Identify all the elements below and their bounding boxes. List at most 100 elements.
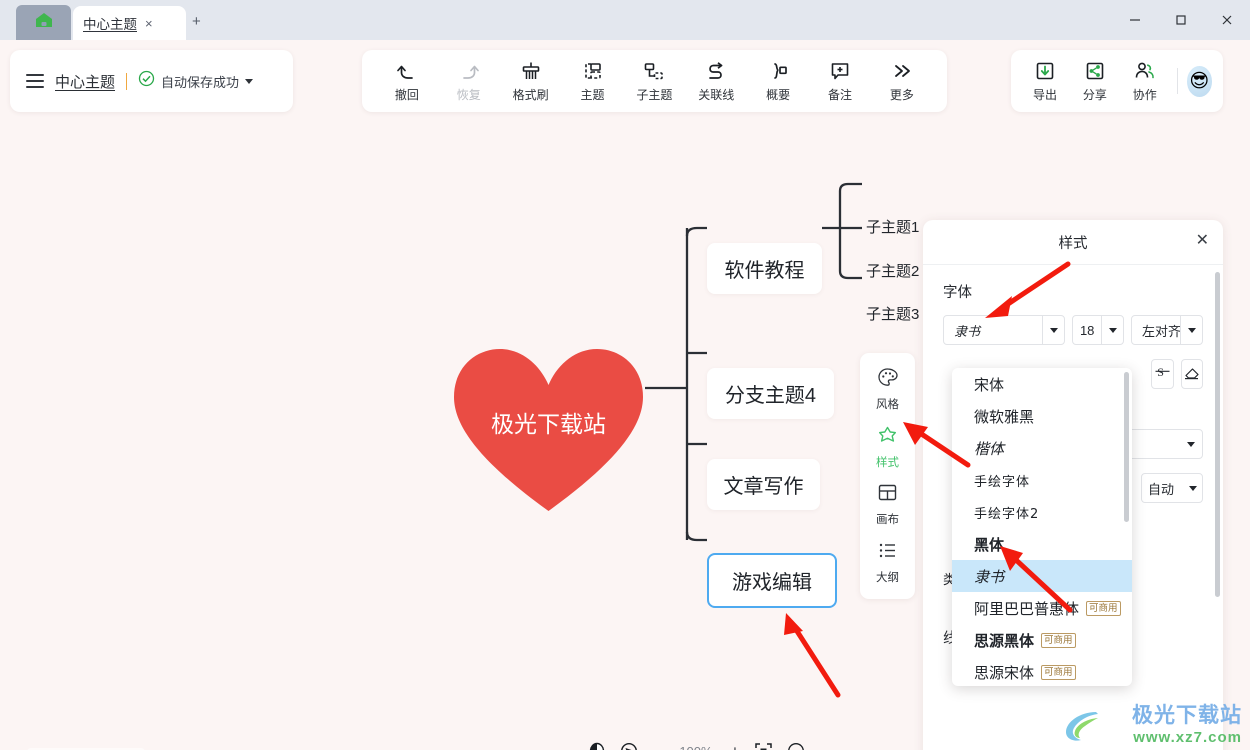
- chevron-down-icon[interactable]: [245, 78, 254, 84]
- font-option[interactable]: 阿里巴巴普惠体 可商用: [952, 592, 1132, 624]
- export-icon: [1034, 59, 1056, 83]
- font-family-value: 隶书: [954, 324, 981, 340]
- close-button[interactable]: [1204, 0, 1250, 40]
- auto-value: 自动: [1148, 481, 1175, 497]
- font-option-label: 宋体: [974, 375, 1005, 394]
- editor-canvas[interactable]: 极光下载站 软件教程 分支主题4 文章写作 游戏编辑 子主题1 子主题2 子主题…: [0, 40, 1250, 750]
- font-family-select[interactable]: 隶书: [943, 315, 1066, 345]
- mindmap-subtopic-1[interactable]: 子主题1: [866, 216, 919, 237]
- collaborate-icon: [1134, 59, 1156, 83]
- font-option[interactable]: 手绘字体: [952, 464, 1132, 496]
- commercial-use-badge: 可商用: [1086, 600, 1121, 616]
- sidebar-item-canvas[interactable]: 画布: [876, 482, 899, 527]
- mindmap-subtopic-2[interactable]: 子主题2: [866, 260, 919, 281]
- mindmap-node-branch-2[interactable]: 分支主题4: [707, 368, 834, 419]
- toolbar-item-label: 格式刷: [512, 88, 549, 102]
- format-painter-icon: [520, 59, 542, 83]
- font-option-label: 阿里巴巴普惠体: [974, 600, 1080, 618]
- pointer-mode-icon[interactable]: [620, 742, 638, 750]
- toolbar-more-button[interactable]: 更多: [874, 59, 930, 103]
- font-option[interactable]: 思源黑体 可商用: [952, 624, 1132, 656]
- font-option[interactable]: 思源宋体 可商用: [952, 656, 1132, 686]
- clear-format-button[interactable]: [1180, 359, 1203, 389]
- text-align-select[interactable]: 左对齐: [1131, 315, 1203, 345]
- toolbar-undo-button[interactable]: 撤回: [379, 59, 435, 103]
- document-header-card: 中心主题 自动保存成功: [10, 50, 293, 112]
- font-size-value: 18: [1079, 322, 1095, 338]
- minimize-button[interactable]: [1112, 0, 1158, 40]
- fit-screen-icon[interactable]: [754, 742, 773, 750]
- mindmap-node-label: 游戏编辑: [732, 572, 812, 594]
- toolbar-item-label: 协作: [1132, 88, 1157, 102]
- font-option-label: 隶书: [974, 567, 1005, 586]
- mindmap-node-branch-3[interactable]: 文章写作: [707, 459, 820, 510]
- sidebar-item-label: 大纲: [876, 571, 899, 584]
- zoom-out-button[interactable]: −: [652, 743, 662, 750]
- zoom-percent-label[interactable]: 100%: [676, 744, 716, 750]
- export-button[interactable]: 导出: [1022, 59, 1068, 103]
- font-option-label: 楷体: [974, 441, 1005, 458]
- mindmap-root-node[interactable]: 极光下载站: [452, 343, 645, 515]
- zoom-in-button[interactable]: +: [730, 743, 740, 750]
- toolbar-topic-button[interactable]: 主题: [565, 59, 621, 103]
- star-style-icon: [877, 425, 898, 451]
- toolbar-item-label: 更多: [889, 88, 914, 102]
- font-option[interactable]: 黑体: [952, 528, 1132, 560]
- eraser-icon: [1183, 363, 1201, 385]
- palette-icon: [877, 367, 898, 393]
- font-option[interactable]: 楷体: [952, 432, 1132, 464]
- toolbar-note-button[interactable]: 备注: [812, 59, 868, 103]
- toolbar-subtopic-button[interactable]: 子主题: [626, 59, 682, 103]
- chevron-down-icon: [1101, 316, 1123, 344]
- font-controls-row: 隶书 18 左对齐: [943, 315, 1203, 345]
- sidebar-item-style[interactable]: 样式: [876, 425, 899, 470]
- sidebar-item-outline[interactable]: 大纲: [876, 540, 899, 585]
- document-tab[interactable]: 中心主题 ×: [73, 6, 186, 40]
- sidebar-item-label: 样式: [876, 456, 899, 469]
- toolbar-relation-line-button[interactable]: 关联线: [688, 59, 744, 103]
- subtopic-icon: [643, 59, 665, 83]
- style-panel-scrollbar[interactable]: [1215, 272, 1220, 597]
- chevron-down-icon: [1042, 316, 1064, 344]
- auto-select[interactable]: 自动: [1141, 473, 1203, 503]
- font-option-selected[interactable]: 隶书: [952, 560, 1132, 592]
- new-tab-button[interactable]: +: [192, 14, 201, 29]
- sidebar-item-style-preset[interactable]: 风格: [876, 367, 899, 412]
- commercial-use-badge: 可商用: [1041, 664, 1076, 680]
- tab-close-icon[interactable]: ×: [145, 17, 153, 30]
- style-panel-title: 样式: [1058, 235, 1088, 252]
- autosave-label: 自动保存成功: [161, 74, 240, 90]
- mouse-mode-icon[interactable]: [588, 742, 606, 750]
- font-dropdown-scrollbar[interactable]: [1124, 372, 1129, 522]
- font-size-select[interactable]: 18: [1072, 315, 1124, 345]
- toolbar-item-label: 分享: [1082, 88, 1107, 102]
- font-option[interactable]: 微软雅黑: [952, 400, 1132, 432]
- maximize-button[interactable]: [1158, 0, 1204, 40]
- strikethrough-button[interactable]: S: [1151, 359, 1174, 389]
- hamburger-icon[interactable]: [26, 74, 44, 88]
- toolbar-format-painter-button[interactable]: 格式刷: [503, 59, 559, 103]
- svg-text:S: S: [1157, 365, 1164, 379]
- mindmap-subtopic-3[interactable]: 子主题3: [866, 303, 919, 324]
- collaborate-button[interactable]: 协作: [1122, 59, 1168, 103]
- undo-icon: [396, 59, 418, 83]
- mindmap-node-branch-1[interactable]: 软件教程: [707, 243, 822, 294]
- mindmap-node-label: 文章写作: [723, 476, 804, 498]
- toolbar-summary-button[interactable]: 概要: [750, 59, 806, 103]
- toolbar-redo-button[interactable]: 恢复: [441, 59, 497, 103]
- font-option[interactable]: 手绘字体2: [952, 496, 1132, 528]
- font-option-list: 宋体 微软雅黑 楷体 手绘字体 手绘字体2 黑体 隶书 阿里巴巴普惠体 可商用 …: [952, 368, 1132, 686]
- share-button[interactable]: 分享: [1072, 59, 1118, 103]
- mindmap-node-label: 分支主题4: [724, 385, 817, 407]
- mindmap-node-branch-4-selected[interactable]: 游戏编辑: [707, 553, 837, 608]
- autosave-status[interactable]: 自动保存成功: [138, 70, 254, 92]
- font-option-label: 思源黑体: [974, 631, 1035, 650]
- document-title[interactable]: 中心主题: [55, 71, 115, 92]
- close-icon[interactable]: ✕: [1196, 233, 1209, 249]
- commercial-use-badge: 可商用: [1041, 632, 1076, 648]
- font-option[interactable]: 宋体: [952, 368, 1132, 400]
- more-dots-icon[interactable]: [787, 742, 805, 750]
- avatar[interactable]: 😎: [1186, 65, 1212, 97]
- home-tab-button[interactable]: [16, 5, 71, 40]
- sidebar-item-label: 风格: [876, 399, 899, 412]
